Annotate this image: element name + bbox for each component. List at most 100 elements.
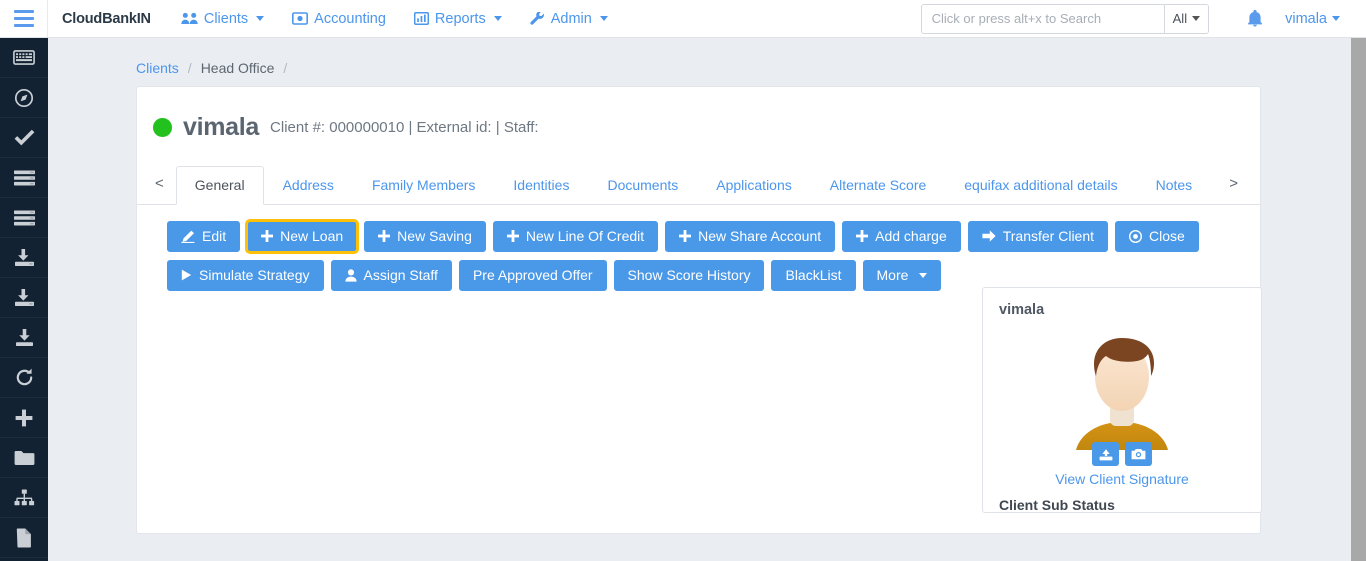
nav-item-admin[interactable]: Admin (516, 0, 622, 37)
folder-icon (14, 450, 35, 466)
tabs-bar: < General Address Family Members Identit… (137, 166, 1260, 205)
person-avatar-icon (1069, 324, 1175, 450)
nav-item-clients[interactable]: Clients (167, 0, 278, 37)
new-share-account-button[interactable]: New Share Account (665, 221, 835, 252)
download-icon (14, 329, 35, 347)
check-icon (14, 129, 35, 146)
server-list-icon (14, 170, 35, 186)
compass-icon (14, 88, 34, 108)
notifications-bell-icon[interactable] (1247, 10, 1263, 27)
tab-notes[interactable]: Notes (1137, 166, 1212, 205)
hamburger-menu-icon[interactable] (0, 0, 48, 37)
tab-alternate-score[interactable]: Alternate Score (811, 166, 946, 205)
money-check-icon (292, 12, 308, 25)
sidebar-item-download-2[interactable] (0, 278, 48, 318)
sidebar-item-folder[interactable] (0, 438, 48, 478)
play-icon (181, 269, 192, 281)
client-summary-card: vimala (982, 287, 1262, 513)
chevron-down-icon (600, 16, 608, 21)
user-menu-label: vimala (1285, 11, 1327, 27)
assign-staff-button[interactable]: Assign Staff (331, 260, 452, 291)
tabs-next-arrow[interactable]: > (1219, 175, 1252, 204)
view-client-signature-link[interactable]: View Client Signature (999, 471, 1245, 487)
breadcrumb-office: Head Office (201, 60, 275, 76)
nav-item-accounting-label: Accounting (314, 11, 386, 27)
sidebar-item-file[interactable] (0, 518, 48, 558)
new-share-account-button-label: New Share Account (698, 229, 821, 243)
chevron-down-icon (256, 16, 264, 21)
tab-address[interactable]: Address (264, 166, 353, 205)
sidebar-item-server-2[interactable] (0, 198, 48, 238)
nav-item-admin-label: Admin (551, 11, 592, 27)
tab-applications[interactable]: Applications (697, 166, 811, 205)
page-scrollbar-thumb[interactable] (1351, 38, 1366, 561)
edit-button[interactable]: Edit (167, 221, 240, 252)
tab-equifax-additional-details[interactable]: equifax additional details (945, 166, 1136, 205)
navbar-right-group: All vimala (921, 0, 1366, 37)
page-content: Clients / Head Office / vimala Client #:… (48, 38, 1351, 561)
server-list-icon (14, 210, 35, 226)
transfer-client-button-label: Transfer Client (1003, 229, 1094, 243)
avatar (999, 324, 1245, 450)
tab-general[interactable]: General (176, 166, 264, 205)
assign-staff-button-label: Assign Staff (364, 268, 438, 282)
new-loan-button[interactable]: New Loan (247, 221, 357, 252)
new-line-of-credit-button-label: New Line Of Credit (526, 229, 644, 243)
tab-identities[interactable]: Identities (494, 166, 588, 205)
wrench-icon (530, 12, 545, 26)
new-saving-button[interactable]: New Saving (364, 221, 486, 252)
sidebar-item-check[interactable] (0, 118, 48, 158)
hamburger-bar (14, 17, 34, 20)
sidebar-item-add[interactable] (0, 398, 48, 438)
tab-family-members[interactable]: Family Members (353, 166, 494, 205)
sidebar-item-keyboard[interactable] (0, 38, 48, 78)
edit-button-label: Edit (202, 229, 226, 243)
pre-approved-offer-button[interactable]: Pre Approved Offer (459, 260, 607, 291)
show-score-history-button[interactable]: Show Score History (614, 260, 765, 291)
users-icon (181, 12, 198, 25)
action-buttons: Edit New Loan New Saving (137, 205, 1260, 291)
page-scrollbar[interactable] (1351, 38, 1366, 561)
breadcrumb: Clients / Head Office / (48, 38, 1351, 86)
refresh-icon (15, 368, 34, 387)
sidebar-item-download-3[interactable] (0, 318, 48, 358)
plus-icon (15, 409, 33, 427)
chevron-down-icon (1332, 16, 1340, 21)
search-scope-dropdown[interactable]: All (1164, 5, 1208, 33)
tab-documents[interactable]: Documents (588, 166, 697, 205)
transfer-client-button[interactable]: Transfer Client (968, 221, 1108, 252)
client-header: vimala Client #: 000000010 | External id… (137, 87, 1260, 142)
more-button[interactable]: More (863, 260, 942, 291)
blacklist-button-label: BlackList (785, 268, 841, 282)
sidebar-item-compass[interactable] (0, 78, 48, 118)
nav-item-clients-label: Clients (204, 11, 248, 27)
user-icon (345, 269, 357, 282)
nav-item-reports-label: Reports (435, 11, 486, 27)
new-saving-button-label: New Saving (397, 229, 472, 243)
close-circle-icon (1129, 230, 1142, 243)
sidebar-item-download-1[interactable] (0, 238, 48, 278)
nav-item-reports[interactable]: Reports (400, 0, 516, 37)
breadcrumb-clients-link[interactable]: Clients (136, 60, 179, 76)
nav-item-accounting[interactable]: Accounting (278, 0, 400, 37)
plus-icon (261, 230, 273, 242)
add-charge-button[interactable]: Add charge (842, 221, 961, 252)
show-score-history-button-label: Show Score History (628, 268, 751, 282)
client-card-title: vimala (999, 302, 1245, 318)
sidebar-item-sitemap[interactable] (0, 478, 48, 518)
sidebar-item-refresh[interactable] (0, 358, 48, 398)
user-menu[interactable]: vimala (1285, 11, 1366, 27)
blacklist-button[interactable]: BlackList (771, 260, 855, 291)
upload-image-icon[interactable] (1092, 442, 1119, 466)
global-search: All (921, 4, 1209, 34)
sidebar-item-server-1[interactable] (0, 158, 48, 198)
tabs-prev-arrow[interactable]: < (145, 175, 176, 204)
search-input[interactable] (922, 5, 1164, 33)
close-button[interactable]: Close (1115, 221, 1199, 252)
simulate-strategy-button[interactable]: Simulate Strategy (167, 260, 324, 291)
new-line-of-credit-button[interactable]: New Line Of Credit (493, 221, 658, 252)
add-charge-button-label: Add charge (875, 229, 947, 243)
camera-icon[interactable] (1125, 442, 1152, 466)
brand-logo[interactable]: CloudBankIN (48, 11, 167, 27)
action-buttons-row-1: Edit New Loan New Saving (167, 221, 1260, 252)
